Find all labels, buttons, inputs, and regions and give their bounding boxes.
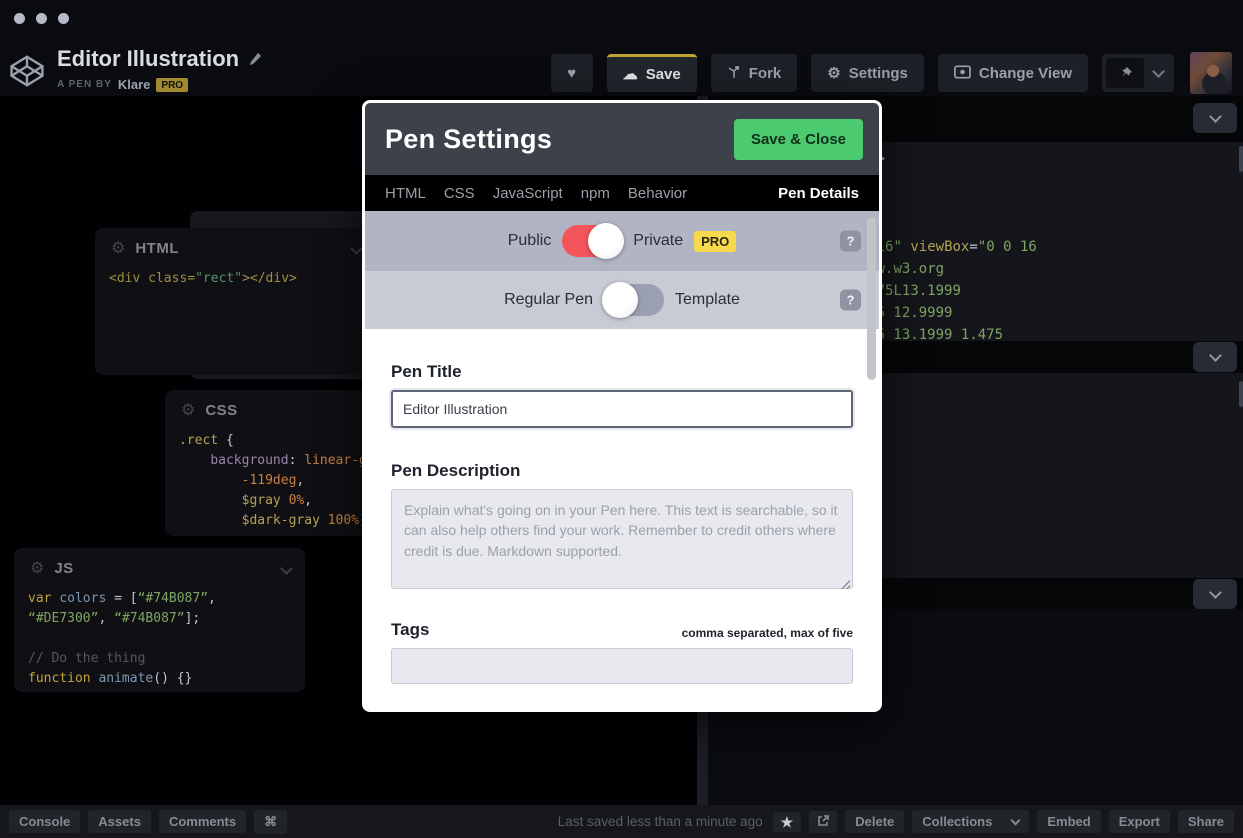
star-button[interactable]: ★ <box>773 812 802 832</box>
modal-title: Pen Settings <box>385 124 552 155</box>
window-dot-2[interactable] <box>36 13 47 24</box>
pen-title-input[interactable] <box>391 390 853 428</box>
console-button[interactable]: Console <box>9 810 80 833</box>
collapse-editor-button[interactable] <box>1193 342 1237 372</box>
fork-button[interactable]: Fork <box>711 54 798 92</box>
fork-icon <box>727 65 741 82</box>
avatar[interactable] <box>1190 52 1232 94</box>
settings-button[interactable]: ⚙ Settings <box>811 54 924 92</box>
template-toggle[interactable] <box>604 284 664 316</box>
modal-scrollbar[interactable] <box>867 217 876 380</box>
pen-settings-modal: Pen Settings Save & Close HTML CSS JavaS… <box>362 100 882 712</box>
pen-description-textarea[interactable] <box>391 489 853 589</box>
pin-dropdown-chevron[interactable] <box>1146 71 1170 76</box>
panel-title: HTML <box>135 240 179 257</box>
window-controls[interactable] <box>14 13 69 24</box>
pen-title-label: Pen Title <box>391 362 462 382</box>
screen-icon <box>954 65 971 82</box>
gear-icon: ⚙ <box>111 241 125 257</box>
edit-pencil-icon[interactable] <box>248 46 262 72</box>
tab-behavior[interactable]: Behavior <box>628 185 687 202</box>
share-button[interactable]: Share <box>1178 810 1234 833</box>
pin-button-group[interactable] <box>1102 54 1174 92</box>
tab-css[interactable]: CSS <box>444 185 475 202</box>
template-help-button[interactable]: ? <box>840 290 861 311</box>
tab-html[interactable]: HTML <box>385 185 426 202</box>
collections-dropdown[interactable]: Collections <box>912 810 1029 833</box>
privacy-toggle[interactable] <box>562 225 622 257</box>
editor-scrollbar[interactable] <box>1239 146 1243 172</box>
saved-status: Last saved less than a minute ago <box>558 814 763 829</box>
editor-scrollbar[interactable] <box>1239 381 1243 407</box>
tab-javascript[interactable]: JavaScript <box>493 185 563 202</box>
window-dot-1[interactable] <box>14 13 25 24</box>
public-label: Public <box>508 232 552 250</box>
privacy-row: Public Private PRO ? <box>365 211 879 271</box>
modal-header: Pen Settings Save & Close <box>365 103 879 175</box>
love-button[interactable]: ♥ <box>551 54 593 92</box>
heart-icon: ♥ <box>567 66 576 81</box>
cloud-icon: ☁ <box>623 67 638 82</box>
pen-title-text: Editor Illustration <box>57 46 239 72</box>
pen-description-label: Pen Description <box>391 461 520 481</box>
privacy-help-button[interactable]: ? <box>840 231 861 252</box>
byline-prefix: A PEN BY <box>57 79 112 90</box>
collapse-editor-button[interactable] <box>1193 579 1237 609</box>
html-code: <div class="rect"></div> <box>95 265 375 293</box>
illustration-js-panel: ⚙ JS var colors = [“#74B087”,“#DE7300”, … <box>14 548 305 692</box>
illustration-html-panel: ⚙ HTML <div class="rect"></div> <box>95 228 375 375</box>
template-label: Template <box>675 291 740 309</box>
author-link[interactable]: Klare <box>118 77 151 92</box>
save-button[interactable]: ☁ Save <box>607 54 697 92</box>
toggle-knob[interactable] <box>602 282 638 318</box>
gear-icon: ⚙ <box>181 403 195 419</box>
author-pro-badge: PRO <box>156 78 188 92</box>
star-icon: ★ <box>781 815 794 829</box>
comments-button[interactable]: Comments <box>159 810 246 833</box>
save-and-close-button[interactable]: Save & Close <box>734 119 863 160</box>
template-row: Regular Pen Template ? <box>365 271 879 329</box>
panel-title: JS <box>54 560 73 577</box>
modal-tab-bar: HTML CSS JavaScript npm Behavior Pen Det… <box>365 175 879 211</box>
codepen-logo-icon[interactable] <box>8 52 46 95</box>
panel-title: CSS <box>205 402 237 419</box>
delete-button[interactable]: Delete <box>845 810 904 833</box>
regular-pen-label: Regular Pen <box>504 291 593 309</box>
keyboard-shortcuts-button[interactable]: ⌘ <box>254 810 287 834</box>
change-view-button[interactable]: Change View <box>938 54 1088 92</box>
gear-icon: ⚙ <box>827 66 840 81</box>
gear-icon: ⚙ <box>30 561 44 577</box>
pro-badge: PRO <box>694 231 736 252</box>
tags-input[interactable] <box>391 648 853 684</box>
open-external-button[interactable] <box>809 811 837 833</box>
tags-label: Tags <box>391 620 429 640</box>
embed-button[interactable]: Embed <box>1037 810 1100 833</box>
chevron-down-icon <box>1011 816 1021 826</box>
codepen-editor: Editor Illustration A PEN BY Klare PRO ♥… <box>0 0 1243 838</box>
external-link-icon <box>817 815 829 829</box>
private-label: Private <box>633 232 683 250</box>
footer-bar: Console Assets Comments ⌘ Last saved les… <box>0 805 1243 838</box>
top-header: Editor Illustration A PEN BY Klare PRO ♥… <box>0 0 1243 96</box>
js-code: var colors = [“#74B087”,“#DE7300”, “#74B… <box>14 585 305 693</box>
collapse-editor-button[interactable] <box>1193 103 1237 133</box>
assets-button[interactable]: Assets <box>88 810 151 833</box>
tags-hint: comma separated, max of five <box>682 626 853 640</box>
window-dot-3[interactable] <box>58 13 69 24</box>
tab-pen-details[interactable]: Pen Details <box>778 185 859 202</box>
pin-icon[interactable] <box>1106 58 1144 88</box>
export-button[interactable]: Export <box>1109 810 1170 833</box>
modal-body: Public Private PRO ? Regular Pen Templat… <box>365 211 879 709</box>
toggle-knob[interactable] <box>588 223 624 259</box>
tab-npm[interactable]: npm <box>581 185 610 202</box>
